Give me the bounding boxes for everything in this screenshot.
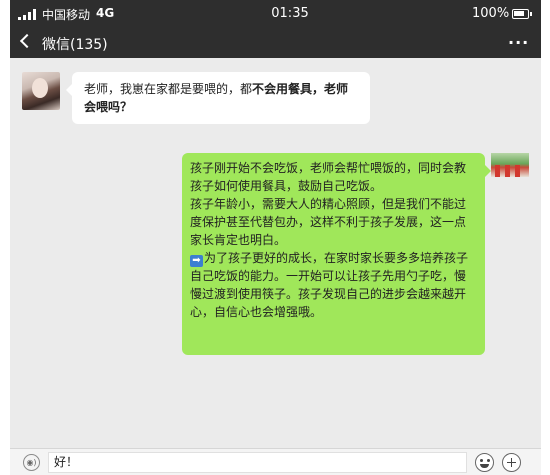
voice-icon[interactable]: ◉) — [23, 454, 40, 471]
incoming-message[interactable]: 老师，我崽在家都是要喂的，都不会用餐具，老师会喂吗？ — [66, 72, 370, 124]
status-bar: 中国移动 4G 01:35 100% — [10, 0, 541, 28]
outgoing-paragraph: 孩子刚开始不会吃饭，老师会帮忙喂饭的，同时会教孩子如何使用餐具，鼓励自己吃饭。 — [190, 161, 467, 193]
clock: 01:35 — [271, 6, 309, 21]
incoming-text: 老师，我崽在家都是要喂的，都 — [84, 82, 253, 96]
nav-bar: 微信(135) ··· — [10, 28, 541, 58]
outgoing-paragraph: 孩子年龄小，需要大人的精心照顾，但是我们不能过度保护甚至代替包办，这样不利于孩子… — [190, 197, 467, 247]
battery-percent: 100% — [472, 6, 510, 21]
back-icon[interactable] — [19, 33, 35, 49]
battery-icon — [512, 9, 532, 19]
network-type: 4G — [96, 6, 115, 20]
outgoing-message[interactable]: 孩子刚开始不会吃饭，老师会帮忙喂饭的，同时会教孩子如何使用餐具，鼓励自己吃饭。 … — [182, 153, 491, 355]
outgoing-paragraph: ➡ 为了孩子更好的成长，在家时家长要多多培养孩子自己吃饭的能力。一开始可以让孩子先… — [190, 249, 477, 321]
message-input[interactable]: 好！ — [48, 452, 467, 473]
avatar[interactable] — [22, 72, 60, 110]
emoji-icon[interactable] — [475, 453, 494, 472]
plus-icon[interactable] — [502, 453, 521, 472]
signal-icon — [18, 9, 38, 20]
carrier-name: 中国移动 — [42, 8, 91, 22]
phone-screen: 中国移动 4G 01:35 100% 微信(135) ··· 老师，我崽在家都是… — [10, 0, 541, 475]
avatar[interactable] — [491, 153, 529, 177]
more-icon[interactable]: ··· — [508, 33, 529, 52]
outgoing-text: 为了孩子更好的成长，在家时家长要多多培养孩子自己吃饭的能力。一开始可以让孩子先用… — [190, 251, 469, 319]
chat-area[interactable]: 老师，我崽在家都是要喂的，都不会用餐具，老师会喂吗？ 孩子刚开始不会吃饭，老师会… — [10, 58, 541, 448]
page-title[interactable]: 微信(135) — [42, 34, 108, 54]
arrow-icon: ➡ — [190, 255, 203, 267]
input-bar: ◉) 好！ — [10, 448, 541, 475]
